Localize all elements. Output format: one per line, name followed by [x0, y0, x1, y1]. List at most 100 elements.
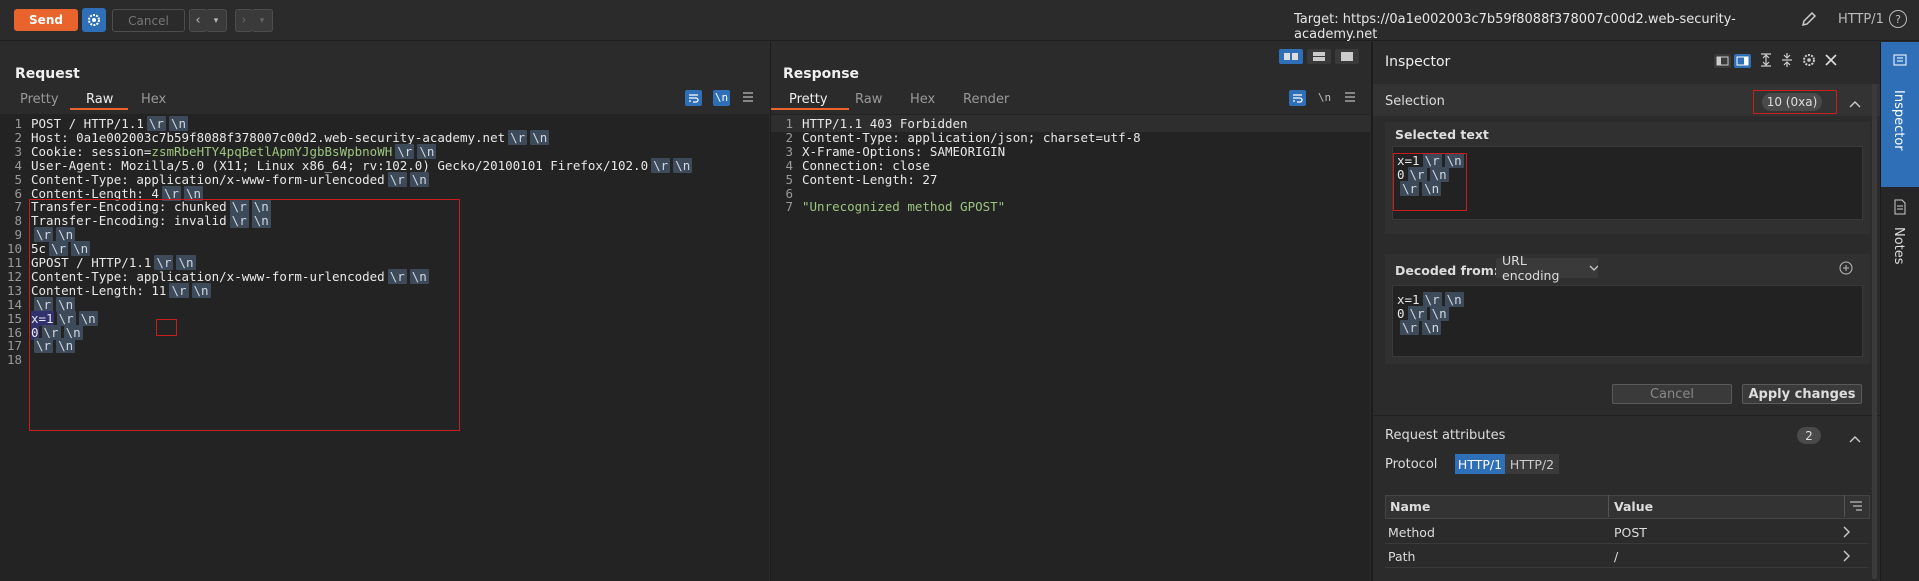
panel-left-icon [1716, 56, 1729, 66]
close-icon [1825, 54, 1837, 66]
collapse-attributes-button[interactable] [1849, 432, 1861, 447]
row-expand-button[interactable] [1842, 526, 1850, 542]
decoded-text-box[interactable]: x=1 \r \n 0 \r \n \r \n [1392, 285, 1863, 357]
collapse-selection-button[interactable] [1849, 97, 1861, 112]
wrap-lines-icon [1293, 94, 1303, 103]
newline-toggle[interactable]: \n [1316, 90, 1333, 106]
close-inspector-button[interactable] [1824, 53, 1838, 71]
help-icon[interactable]: ? [1889, 10, 1907, 28]
protocol-label: Protocol [1385, 457, 1438, 472]
back-button[interactable]: ‹ [189, 9, 207, 32]
add-decoding-button[interactable] [1839, 261, 1853, 279]
inspector-scrollbar[interactable] [1872, 84, 1877, 579]
cancel-request-button[interactable]: Cancel [112, 9, 185, 32]
chevron-down-icon: ▾ [213, 15, 219, 26]
http-version-label[interactable]: HTTP/1 [1838, 12, 1884, 27]
inspector-layout-left-toggle[interactable] [1714, 54, 1731, 68]
response-editor[interactable]: 1 HTTP/1.1 403 Forbidden 2 Content-Type: ap… [771, 114, 1370, 581]
expand-all-button[interactable] [1759, 52, 1773, 72]
line-text: "Unrecognized method GPOST" [802, 199, 1006, 215]
row-name-path: Path [1388, 549, 1416, 564]
code-line[interactable]: 7 "Unrecognized method GPOST" [771, 198, 1370, 215]
send-button[interactable]: Send [14, 9, 78, 31]
row-expand-button[interactable] [1842, 550, 1850, 566]
inspector-layout-right-toggle[interactable] [1734, 54, 1751, 68]
protocol-http1-option[interactable]: HTTP/1 [1455, 454, 1505, 474]
request-attributes-count: 2 [1797, 427, 1821, 444]
inspector-settings-button[interactable] [1801, 52, 1817, 72]
collapse-all-button[interactable] [1780, 52, 1794, 72]
table-row[interactable] [1385, 545, 1868, 568]
chevron-down-icon [1589, 265, 1598, 271]
expand-icon [1761, 53, 1771, 67]
chevron-up-icon [1849, 101, 1861, 108]
selected-text-label: Selected text [1395, 127, 1489, 142]
encoding-value: URL encoding [1502, 253, 1560, 283]
plus-circle-icon [1839, 261, 1853, 275]
row-value-path: / [1614, 549, 1619, 564]
decoded-from-label: Decoded from: [1395, 263, 1499, 278]
gear-icon [1803, 54, 1815, 66]
tab-request-raw[interactable]: Raw [86, 92, 113, 107]
content-length-value-highlight [156, 319, 177, 336]
chevron-down-icon: ▾ [259, 15, 265, 26]
chevron-right-icon [1843, 550, 1850, 562]
inspector-title: Inspector [1385, 54, 1451, 70]
selection-label: Selection [1385, 94, 1445, 109]
section-divider [1373, 415, 1881, 416]
selection-count-highlight [1753, 90, 1837, 114]
response-title: Response [783, 66, 860, 82]
table-options-button[interactable] [1849, 500, 1863, 516]
rail-inspector-label: Inspector [1891, 90, 1906, 151]
smuggled-body-highlight [29, 199, 460, 431]
panel-right-icon [1736, 56, 1749, 66]
collapse-icon [1782, 53, 1792, 67]
selected-text-highlight [1393, 153, 1467, 211]
inspector-panel: Inspector Selection 10 (0xa) Selected te… [1372, 42, 1881, 581]
rail-notes-label[interactable]: Notes [1891, 227, 1906, 265]
line-number: 18 [6, 352, 22, 368]
top-toolbar: Send Cancel ‹ ▾ › ▾ Target: https://0a1e… [0, 0, 1919, 42]
hamburger-icon [743, 92, 753, 102]
chevron-left-icon: ‹ [195, 13, 201, 28]
request-menu-button[interactable] [742, 91, 754, 107]
apply-changes-button[interactable]: Apply changes [1742, 384, 1862, 404]
hamburger-icon [1345, 92, 1355, 102]
protocol-http2-option[interactable]: HTTP/2 [1505, 454, 1559, 474]
column-divider [1844, 495, 1845, 517]
response-menu-button[interactable] [1344, 91, 1356, 107]
tab-response-raw[interactable]: Raw [855, 92, 882, 107]
encoding-dropdown[interactable]: URL encoding [1496, 253, 1598, 283]
side-rail: Inspector Notes [1880, 42, 1919, 581]
settings-gear-button[interactable] [82, 8, 106, 32]
tab-response-pretty[interactable]: Pretty [789, 92, 828, 107]
row-value-method: POST [1614, 525, 1647, 540]
list-settings-icon [1850, 501, 1862, 511]
forward-history-dropdown[interactable]: ▾ [252, 9, 273, 32]
back-history-dropdown[interactable]: ▾ [206, 9, 227, 32]
chevron-up-icon [1849, 436, 1861, 443]
line-number: 7 [785, 199, 793, 215]
target-url: Target: https://0a1e002003c7b59f8088f378… [1294, 12, 1736, 42]
pretty-print-toggle[interactable] [685, 90, 702, 106]
response-panel: Response Pretty Raw Hex Render \n 1 HTTP/… [771, 42, 1372, 581]
tab-request-pretty[interactable]: Pretty [20, 92, 59, 107]
pretty-print-toggle[interactable] [1289, 90, 1306, 106]
inspector-cancel-button[interactable]: Cancel [1612, 384, 1732, 404]
tab-request-hex[interactable]: Hex [141, 92, 166, 107]
tab-response-hex[interactable]: Hex [910, 92, 935, 107]
column-header-name: Name [1390, 499, 1431, 514]
newline-toggle[interactable]: \n [713, 90, 730, 106]
tab-response-render[interactable]: Render [963, 92, 1009, 107]
forward-button[interactable]: › [235, 9, 253, 32]
wrap-lines-icon [689, 94, 699, 103]
box-line: \r \n [1397, 319, 1442, 336]
pencil-icon [1801, 11, 1817, 27]
active-tab-indicator [771, 108, 849, 110]
request-attributes-label: Request attributes [1385, 428, 1506, 443]
edit-target-button[interactable] [1800, 10, 1818, 32]
inspector-icon [1893, 54, 1907, 70]
chevron-right-icon [1843, 526, 1850, 538]
request-title: Request [15, 66, 80, 82]
chevron-right-icon: › [241, 13, 247, 28]
